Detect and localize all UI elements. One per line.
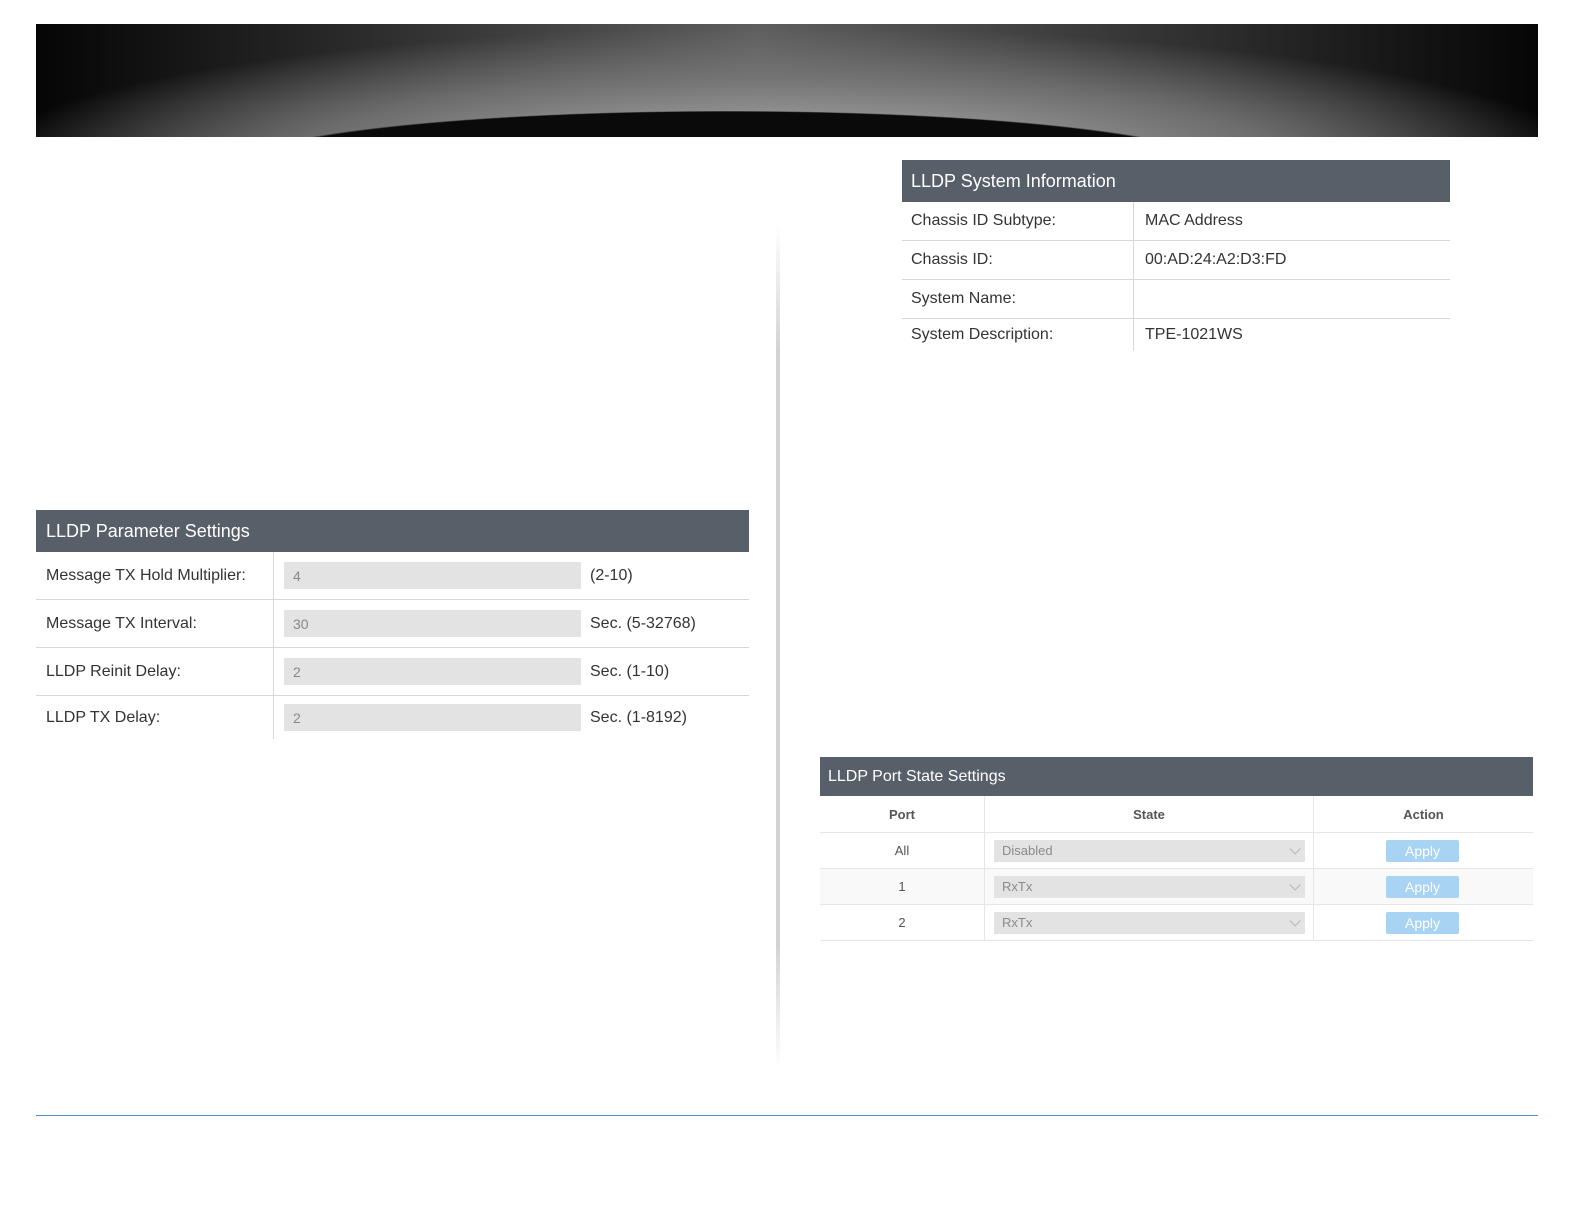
param-label: LLDP TX Delay:	[36, 696, 274, 739]
info-value: 00:AD:24:A2:D3:FD	[1145, 251, 1287, 268]
tx-delay-input[interactable]	[284, 704, 581, 731]
info-row-chassis-id: Chassis ID: 00:AD:24:A2:D3:FD	[902, 241, 1450, 280]
apply-button[interactable]: Apply	[1386, 875, 1459, 898]
footer-divider	[36, 1115, 1538, 1116]
param-range: Sec. (1-10)	[590, 662, 670, 680]
apply-button[interactable]: Apply	[1386, 839, 1459, 862]
tx-hold-multiplier-input[interactable]	[284, 562, 581, 589]
param-row-reinit-delay: LLDP Reinit Delay: Sec. (1-10)	[36, 648, 749, 696]
param-range: (2-10)	[590, 566, 633, 584]
info-label: System Description:	[902, 319, 1134, 351]
column-header-action: Action	[1403, 806, 1444, 822]
reinit-delay-input[interactable]	[284, 658, 581, 685]
param-label: Message TX Interval:	[36, 600, 274, 647]
panel-title: LLDP Parameter Settings	[36, 510, 749, 552]
lldp-port-state-settings-panel: LLDP Port State Settings Port State Acti…	[820, 757, 1533, 941]
chevron-down-icon	[1289, 842, 1301, 855]
panel-title: LLDP System Information	[902, 160, 1450, 202]
table-row: 1 RxTx Apply	[820, 869, 1533, 905]
table-row: 2 RxTx Apply	[820, 905, 1533, 941]
state-select-all[interactable]: Disabled	[994, 839, 1305, 862]
state-select-value: RxTx	[1002, 879, 1033, 894]
column-divider	[776, 225, 780, 1070]
apply-button[interactable]: Apply	[1386, 911, 1459, 934]
param-row-tx-interval: Message TX Interval: Sec. (5-32768)	[36, 600, 749, 648]
state-select-port-2[interactable]: RxTx	[994, 911, 1305, 934]
state-select-port-1[interactable]: RxTx	[994, 875, 1305, 898]
info-label: Chassis ID Subtype:	[902, 202, 1134, 240]
param-row-tx-hold-multiplier: Message TX Hold Multiplier: (2-10)	[36, 552, 749, 600]
info-row-system-description: System Description: TPE-1021WS	[902, 319, 1450, 351]
column-header-port: Port	[820, 796, 985, 832]
info-row-system-name: System Name:	[902, 280, 1450, 319]
param-label: Message TX Hold Multiplier:	[36, 552, 274, 599]
chevron-down-icon	[1289, 914, 1301, 927]
state-select-value: RxTx	[1002, 915, 1033, 930]
info-label: Chassis ID:	[902, 241, 1134, 279]
info-row-chassis-id-subtype: Chassis ID Subtype: MAC Address	[902, 202, 1450, 241]
port-cell: 1	[820, 869, 985, 904]
param-range: Sec. (1-8192)	[590, 708, 687, 726]
info-value: TPE-1021WS	[1145, 326, 1243, 343]
info-value	[1134, 280, 1450, 318]
param-row-tx-delay: LLDP TX Delay: Sec. (1-8192)	[36, 696, 749, 739]
header-banner	[36, 24, 1538, 137]
state-select-value: Disabled	[1002, 843, 1053, 858]
info-label: System Name:	[902, 280, 1134, 318]
table-header: Port State Action	[820, 796, 1533, 833]
panel-title: LLDP Port State Settings	[820, 757, 1533, 796]
table-row: All Disabled Apply	[820, 833, 1533, 869]
tx-interval-input[interactable]	[284, 610, 581, 637]
port-cell: 2	[820, 905, 985, 940]
port-cell: All	[820, 833, 985, 868]
info-value: MAC Address	[1145, 212, 1243, 229]
lldp-parameter-settings-panel: LLDP Parameter Settings Message TX Hold …	[36, 510, 749, 739]
column-header-state: State	[985, 796, 1314, 832]
lldp-system-information-panel: LLDP System Information Chassis ID Subty…	[902, 160, 1450, 351]
param-label: LLDP Reinit Delay:	[36, 648, 274, 695]
param-range: Sec. (5-32768)	[590, 614, 696, 632]
chevron-down-icon	[1289, 878, 1301, 891]
